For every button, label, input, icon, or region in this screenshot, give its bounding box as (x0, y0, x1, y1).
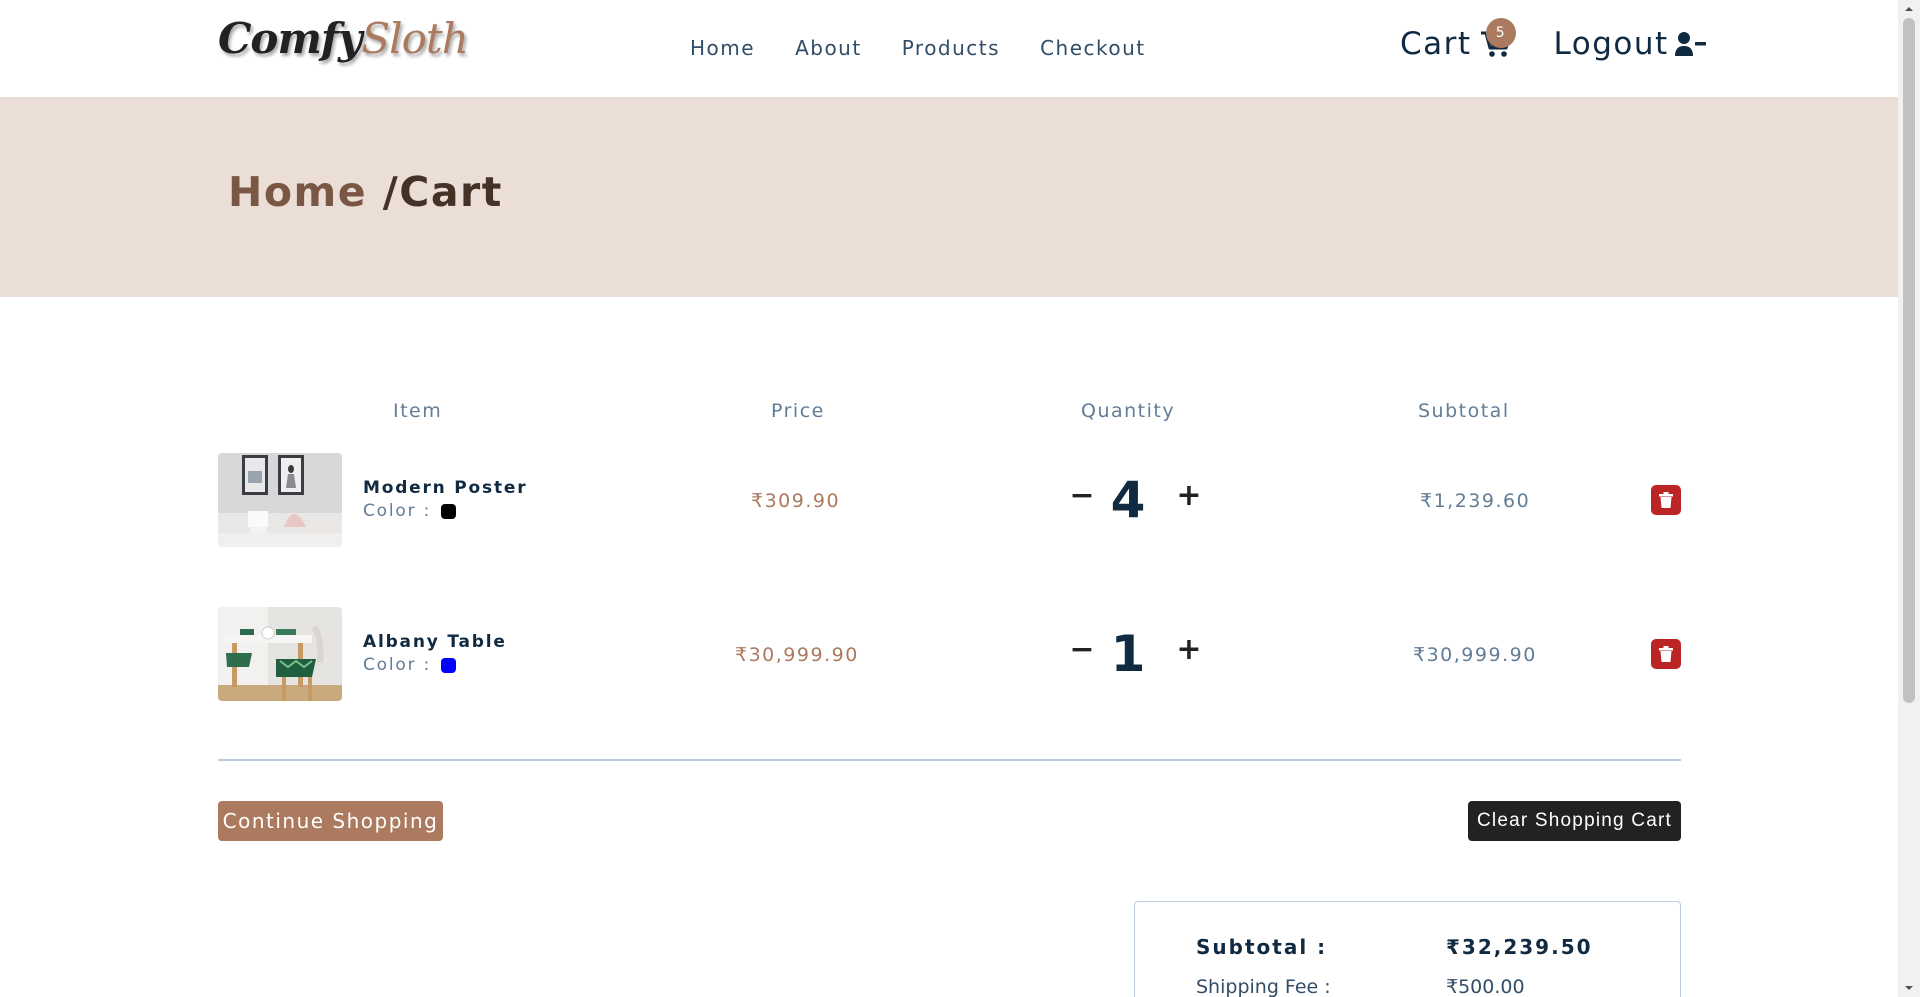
nav-link-about[interactable]: About (795, 36, 862, 60)
decrease-quantity-button[interactable]: − (1067, 632, 1097, 667)
increase-quantity-button[interactable]: + (1174, 632, 1204, 667)
breadcrumb: Home /Cart (228, 168, 503, 216)
shipping-fee-label: Shipping Fee : (1196, 976, 1331, 997)
item-price: ₹30,999.90 (735, 644, 859, 666)
decrease-quantity-button[interactable]: − (1067, 478, 1097, 513)
item-color: Color : (363, 655, 457, 675)
item-subtotal: ₹30,999.90 (1413, 644, 1537, 666)
nav-link-home[interactable]: Home (690, 36, 755, 60)
quantity-value: 1 (1110, 625, 1146, 683)
page-hero: Home /Cart (0, 97, 1898, 297)
item-price: ₹309.90 (751, 490, 841, 512)
cart-count-badge: 5 (1486, 18, 1516, 48)
product-image-albany-table (218, 607, 342, 701)
order-totals: Subtotal : ₹32,239.50 Shipping Fee : ₹50… (1134, 901, 1681, 997)
logo[interactable]: ComfySloth (218, 14, 469, 63)
quantity-value: 4 (1110, 471, 1146, 529)
color-swatch (441, 657, 457, 673)
trash-icon (1659, 492, 1673, 508)
cart-divider (218, 759, 1681, 761)
logout-button[interactable]: Logout (1554, 26, 1707, 62)
remove-item-button[interactable] (1651, 639, 1681, 669)
breadcrumb-home-link[interactable]: Home (228, 168, 367, 216)
column-header-item: Item (393, 400, 443, 422)
scroll-up-arrow-icon[interactable] (1904, 4, 1914, 14)
logo-sloth: Sloth (361, 14, 468, 63)
remove-item-button[interactable] (1651, 485, 1681, 515)
nav-links: Home About Products Checkout (690, 36, 1186, 60)
continue-shopping-button[interactable]: Continue Shopping (218, 801, 443, 841)
column-header-price: Price (771, 400, 825, 422)
logout-label: Logout (1553, 26, 1669, 62)
trash-icon (1659, 646, 1673, 662)
column-header-quantity: Quantity (1081, 400, 1176, 422)
item-color-label: Color : (363, 655, 432, 675)
cart-item-row: Albany Table Color : ₹30,999.90 − 1 + ₹3… (218, 607, 1681, 701)
cart-area: Cart 5 Logout (1400, 18, 1707, 62)
color-swatch (441, 503, 457, 519)
user-minus-icon (1674, 32, 1706, 56)
increase-quantity-button[interactable]: + (1174, 478, 1204, 513)
breadcrumb-current: /Cart (367, 168, 503, 216)
logo-comfy: Comfy (218, 14, 362, 63)
subtotal-label: Subtotal : (1196, 935, 1328, 959)
product-image-modern-poster (218, 453, 342, 547)
clear-cart-button[interactable]: Clear Shopping Cart (1468, 801, 1681, 841)
cart-label: Cart (1400, 26, 1472, 62)
navbar: ComfySloth Home About Products Checkout … (0, 0, 1898, 97)
page-scrollbar[interactable] (1898, 0, 1920, 997)
subtotal-value: ₹32,239.50 (1446, 935, 1593, 959)
item-name: Modern Poster (363, 478, 528, 498)
scroll-down-arrow-icon[interactable] (1904, 983, 1914, 993)
item-color: Color : (363, 501, 457, 521)
item-color-label: Color : (363, 501, 432, 521)
nav-link-products[interactable]: Products (902, 36, 1000, 60)
cart-button[interactable]: Cart 5 (1400, 18, 1516, 62)
item-name: Albany Table (363, 632, 507, 652)
shipping-fee-value: ₹500.00 (1446, 976, 1525, 997)
cart-item-row: Modern Poster Color : ₹309.90 − 4 + ₹1,2… (218, 453, 1681, 547)
scrollbar-thumb[interactable] (1903, 18, 1915, 703)
item-subtotal: ₹1,239.60 (1420, 490, 1531, 512)
column-header-subtotal: Subtotal (1418, 400, 1510, 422)
nav-link-checkout[interactable]: Checkout (1040, 36, 1146, 60)
